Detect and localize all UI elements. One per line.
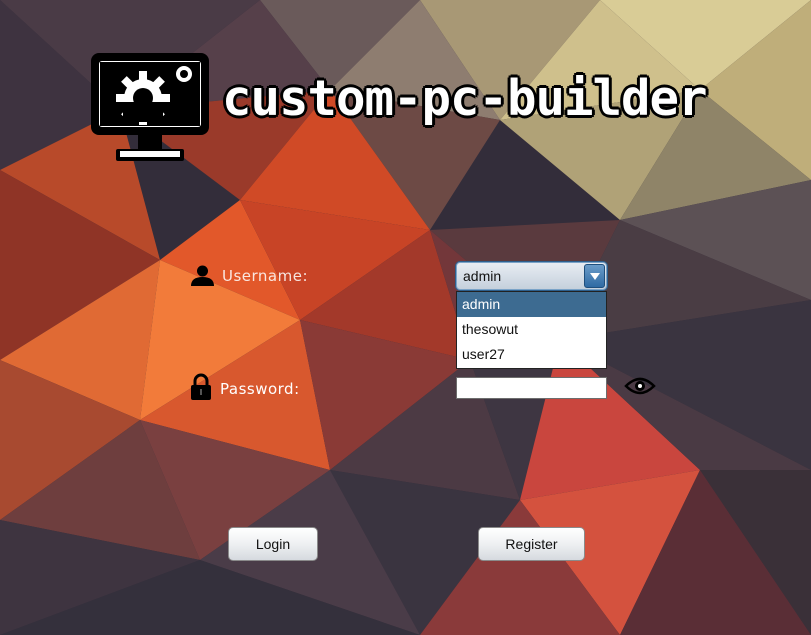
lock-icon xyxy=(191,373,211,400)
username-combobox[interactable]: admin xyxy=(456,262,607,290)
password-label: Password: xyxy=(220,380,300,398)
register-button[interactable]: Register xyxy=(478,527,585,561)
dropdown-option-admin[interactable]: admin xyxy=(457,292,606,317)
dropdown-option-thesowut[interactable]: thesowut xyxy=(457,317,606,342)
app-logo: custom-pc-builder xyxy=(88,50,738,165)
monitor-gear-icon xyxy=(91,53,209,161)
eye-icon[interactable] xyxy=(624,375,656,397)
username-dropdown-list: admin thesowut user27 xyxy=(456,291,607,369)
user-icon xyxy=(191,265,214,286)
login-button[interactable]: Login xyxy=(228,527,318,561)
chevron-down-icon[interactable] xyxy=(584,264,605,288)
app-title: custom-pc-builder xyxy=(222,70,708,127)
username-selected-value: admin xyxy=(463,268,502,284)
password-input[interactable] xyxy=(456,377,607,399)
login-window: custom-pc-builder Username: admin admin … xyxy=(0,0,811,635)
username-label: Username: xyxy=(222,267,309,285)
dropdown-option-user27[interactable]: user27 xyxy=(457,342,606,367)
